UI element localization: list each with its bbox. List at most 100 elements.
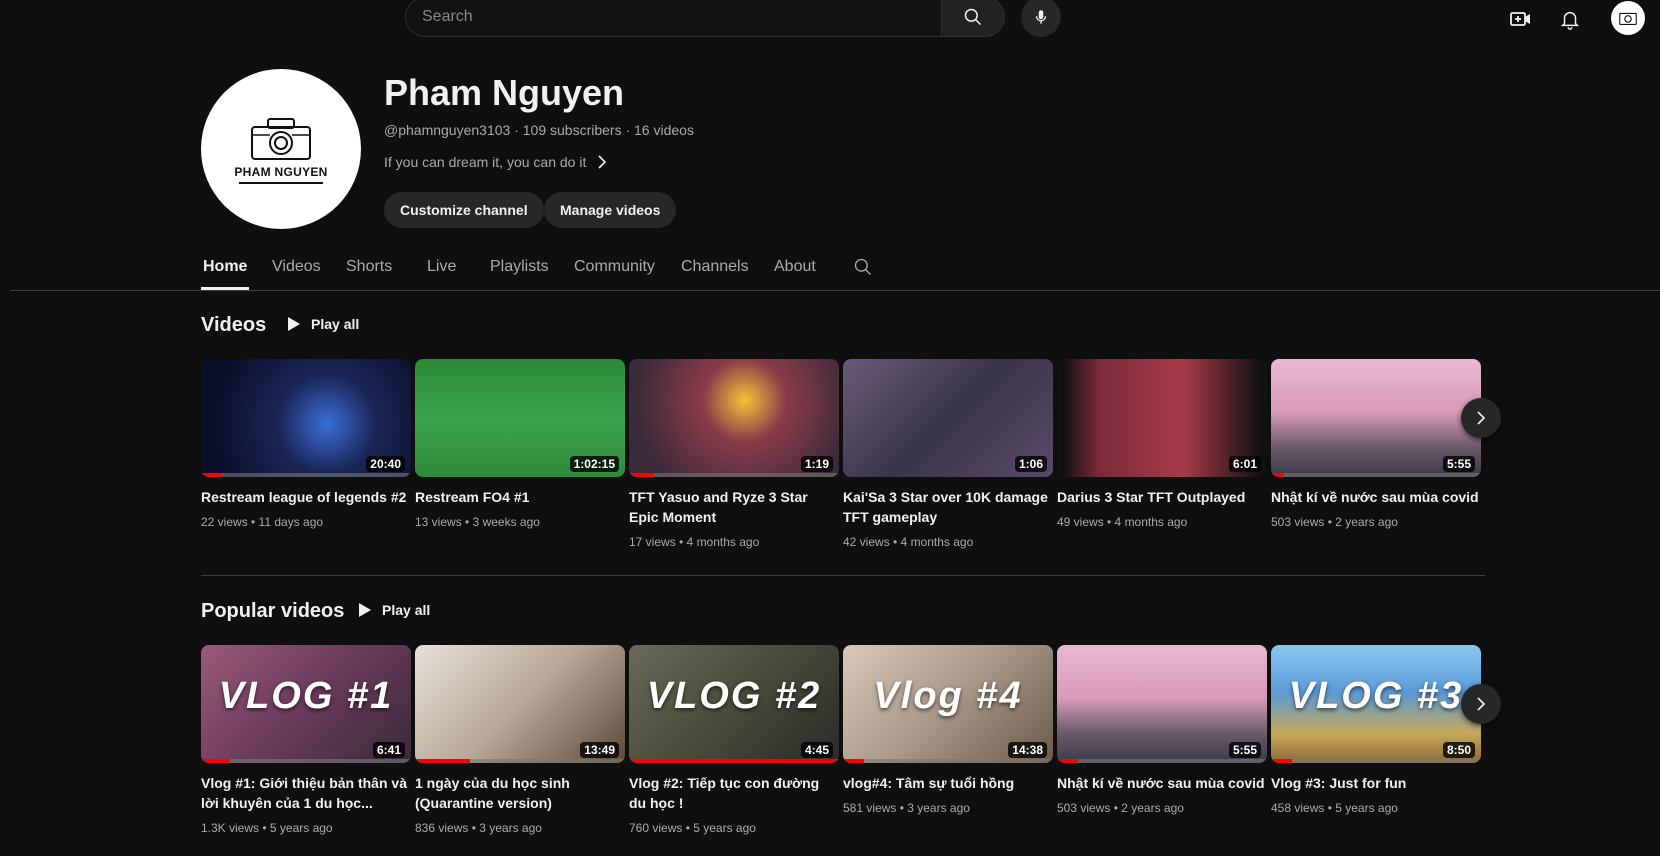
- search-box: [405, 0, 942, 37]
- channel-meta: @phamnguyen3103 · 109 subscribers · 16 v…: [384, 122, 694, 138]
- tab-playlists[interactable]: Playlists: [490, 258, 549, 276]
- video-card[interactable]: 20:40 Restream league of legends #2 22 vie…: [201, 359, 411, 529]
- video-title[interactable]: Restream FO4 #1: [415, 487, 625, 507]
- video-card[interactable]: VLOG #3 8:50 Vlog #3: Just for fun 458 view…: [1271, 645, 1481, 815]
- video-title[interactable]: Vlog #3: Just for fun: [1271, 773, 1481, 793]
- video-thumbnail[interactable]: Vlog #4 14:38: [843, 645, 1053, 763]
- video-duration: 1:19: [800, 456, 833, 472]
- search-icon: [964, 8, 982, 26]
- video-meta: 17 views • 4 months ago: [629, 535, 760, 549]
- video-title[interactable]: Vlog #1: Giới thiệu bản thân và lời khuy…: [201, 773, 411, 813]
- video-card[interactable]: Vlog #4 14:38 vlog#4: Tâm sự tuổi hồng 581 …: [843, 645, 1053, 815]
- bell-icon: [1560, 11, 1580, 30]
- video-card[interactable]: 1:02:15 Restream FO4 #1 13 views • 3 weeks…: [415, 359, 625, 529]
- video-meta: 581 views • 3 years ago: [843, 801, 970, 815]
- section-divider: [201, 575, 1485, 576]
- play-all-videos-button[interactable]: Play all: [287, 316, 359, 332]
- video-duration: 5:55: [1442, 456, 1475, 472]
- video-duration: 14:38: [1008, 742, 1047, 758]
- video-duration: 1:06: [1014, 456, 1047, 472]
- video-thumbnail[interactable]: 1:19: [629, 359, 839, 477]
- thumbnail-overlay-text: VLOG #2: [646, 675, 822, 717]
- video-duration: 1:02:15: [569, 456, 619, 472]
- video-card[interactable]: 1:19 TFT Yasuo and Ryze 3 Star Epic Momen…: [629, 359, 839, 549]
- tab-about[interactable]: About: [774, 258, 816, 276]
- section-title-videos: Videos: [201, 314, 267, 336]
- channel-description-text: If you can dream it, you can do it: [384, 154, 587, 170]
- watch-progress-track: [201, 759, 411, 763]
- shelf-next-button[interactable]: [1461, 684, 1501, 724]
- manage-videos-button[interactable]: Manage videos: [544, 192, 677, 228]
- tab-shorts[interactable]: Shorts: [346, 258, 392, 276]
- thumbnail-overlay-text: VLOG #1: [218, 675, 394, 717]
- account-avatar[interactable]: [1611, 1, 1645, 35]
- video-duration: 13:49: [580, 742, 619, 758]
- thumbnail-overlay-text: VLOG #3: [1288, 675, 1464, 717]
- channel-logo-text: PHAM NGUYEN: [234, 164, 328, 179]
- video-title[interactable]: 1 ngày của du học sinh (Quarantine versi…: [415, 773, 625, 813]
- video-title[interactable]: Nhật kí về nước sau mùa covid: [1057, 773, 1267, 793]
- mic-icon: [1035, 10, 1047, 24]
- video-thumbnail[interactable]: 1:06: [843, 359, 1053, 477]
- video-duration: 6:01: [1228, 456, 1261, 472]
- video-thumbnail[interactable]: 1:02:15: [415, 359, 625, 477]
- tab-live[interactable]: Live: [427, 258, 456, 276]
- video-title[interactable]: vlog#4: Tâm sự tuổi hồng: [843, 773, 1053, 793]
- video-title[interactable]: Vlog #2: Tiếp tục con đường du học !: [629, 773, 839, 813]
- video-thumbnail[interactable]: 20:40: [201, 359, 411, 477]
- notifications-button[interactable]: [1555, 4, 1585, 34]
- video-card[interactable]: VLOG #2 4:45 Vlog #2: Tiếp tục con đường d…: [629, 645, 839, 835]
- video-thumbnail[interactable]: VLOG #2 4:45: [629, 645, 839, 763]
- video-card[interactable]: 13:49 1 ngày của du học sinh (Quarantine …: [415, 645, 625, 835]
- video-card[interactable]: 5:55 Nhật kí về nước sau mùa covid 503 vie…: [1271, 359, 1481, 529]
- tab-channels[interactable]: Channels: [681, 258, 749, 276]
- video-meta: 49 views • 4 months ago: [1057, 515, 1188, 529]
- camera-logo-icon: [251, 117, 311, 160]
- search-button[interactable]: [941, 0, 1005, 37]
- video-thumbnail[interactable]: 5:55: [1057, 645, 1267, 763]
- logo-underline: [239, 181, 323, 184]
- video-card[interactable]: 5:55 Nhật kí về nước sau mùa covid 503 vie…: [1057, 645, 1267, 815]
- video-duration: 8:50: [1442, 742, 1475, 758]
- thumbnail-overlay-text: Vlog #4: [873, 675, 1023, 717]
- video-thumbnail[interactable]: 5:55: [1271, 359, 1481, 477]
- video-thumbnail[interactable]: VLOG #1 6:41: [201, 645, 411, 763]
- watch-progress-bar: [1271, 759, 1292, 763]
- video-card[interactable]: 1:06 Kai'Sa 3 Star over 10K damage TFT ga…: [843, 359, 1053, 549]
- tab-videos[interactable]: Videos: [272, 258, 321, 276]
- play-icon: [359, 603, 371, 617]
- play-all-label: Play all: [311, 316, 360, 332]
- video-title[interactable]: TFT Yasuo and Ryze 3 Star Epic Moment: [629, 487, 839, 527]
- video-title[interactable]: Nhật kí về nước sau mùa covid: [1271, 487, 1481, 507]
- video-meta: 503 views • 2 years ago: [1057, 801, 1184, 815]
- play-all-popular-button[interactable]: Play all: [358, 602, 430, 618]
- video-title[interactable]: Restream league of legends #2: [201, 487, 411, 507]
- tab-home[interactable]: Home: [203, 258, 247, 276]
- video-duration: 5:55: [1228, 742, 1261, 758]
- search-input[interactable]: [422, 0, 922, 36]
- video-duration: 20:40: [366, 456, 405, 472]
- video-title[interactable]: Darius 3 Star TFT Outplayed: [1057, 487, 1267, 507]
- shelf-next-button[interactable]: [1461, 398, 1501, 438]
- video-meta: 22 views • 11 days ago: [201, 515, 324, 529]
- video-card[interactable]: VLOG #1 6:41 Vlog #1: Giới thiệu bản thân …: [201, 645, 411, 835]
- video-meta: 503 views • 2 years ago: [1271, 515, 1398, 529]
- voice-search-button[interactable]: [1021, 0, 1061, 37]
- channel-search-button[interactable]: [853, 257, 873, 282]
- search-icon: [854, 258, 871, 275]
- video-card[interactable]: 6:01 Darius 3 Star TFT Outplayed 49 views …: [1057, 359, 1267, 529]
- video-meta: 760 views • 5 years ago: [629, 821, 756, 835]
- channel-description[interactable]: If you can dream it, you can do it: [384, 154, 608, 170]
- video-thumbnail[interactable]: 13:49: [415, 645, 625, 763]
- tab-community[interactable]: Community: [574, 258, 655, 276]
- customize-channel-button[interactable]: Customize channel: [384, 192, 544, 228]
- create-button[interactable]: [1506, 4, 1536, 34]
- masthead: [0, 0, 1660, 48]
- video-thumbnail[interactable]: 6:01: [1057, 359, 1267, 477]
- tabs-divider: [10, 290, 1660, 291]
- watch-progress-track: [843, 759, 1053, 763]
- video-meta: 836 views • 3 years ago: [415, 821, 542, 835]
- video-thumbnail[interactable]: VLOG #3 8:50: [1271, 645, 1481, 763]
- watch-progress-bar: [201, 473, 222, 477]
- video-title[interactable]: Kai'Sa 3 Star over 10K damage TFT gamepl…: [843, 487, 1053, 527]
